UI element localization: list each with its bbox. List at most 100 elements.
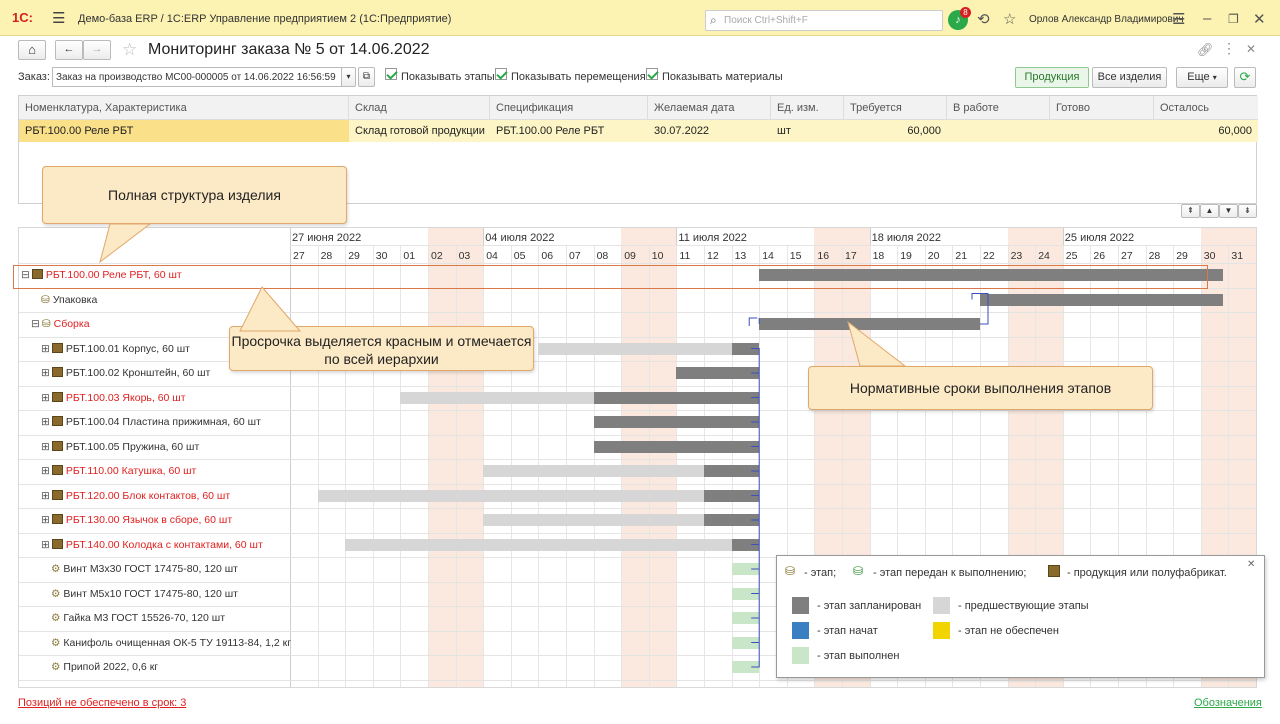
week-header: 04 июля 2022	[485, 232, 555, 244]
col-header-unit[interactable]: Ед. изм.	[771, 96, 844, 120]
day-header: 26	[1093, 250, 1106, 262]
close-window-icon[interactable]: ✕	[1253, 10, 1266, 28]
bar-prev[interactable]	[317, 489, 704, 502]
bar-planned[interactable]	[980, 293, 1223, 306]
all-items-button[interactable]: Все изделия	[1092, 67, 1167, 88]
bar-done[interactable]	[731, 661, 760, 673]
bar-done[interactable]	[731, 563, 760, 575]
favorite-star-icon[interactable]: ☆	[122, 40, 137, 60]
bar-done[interactable]	[731, 587, 760, 600]
gantt-row-label[interactable]: ⊟ ⛁ Сборка	[31, 318, 90, 330]
gantt-row-label[interactable]: ⚙ Гайка М3 ГОСТ 15526-70, 120 шт	[41, 612, 225, 624]
expand-toggle-icon[interactable]: ⊞	[41, 514, 50, 526]
bar-prev[interactable]	[483, 465, 704, 477]
scroll-bottom-button[interactable]: ⇟	[1238, 204, 1257, 218]
user-name[interactable]: Орлов Александр Владимирович	[1029, 14, 1184, 25]
gantt-row-label[interactable]: ⊞ РБТ.110.00 Катушка, 60 шт	[41, 465, 196, 477]
expand-toggle-icon[interactable]: ⊞	[41, 465, 50, 477]
expand-toggle-icon[interactable]: ⊞	[41, 367, 50, 379]
scroll-top-button[interactable]: ⇞	[1181, 204, 1200, 218]
gantt-row-label[interactable]: ⊞ РБТ.140.00 Колодка с контактами, 60 шт	[41, 538, 263, 551]
show-materials-checkbox[interactable]	[646, 68, 658, 80]
expand-toggle-icon[interactable]: ⊞	[41, 392, 50, 404]
day-header: 01	[403, 250, 416, 262]
gantt-row-label[interactable]: ⊞ РБТ.100.01 Корпус, 60 шт	[41, 342, 190, 355]
bar-prev[interactable]	[483, 514, 704, 526]
legend-previous: - предшествующие этапы	[958, 600, 1089, 612]
back-button[interactable]: ←	[55, 40, 83, 60]
open-link-icon: ⧉	[362, 71, 371, 82]
bar-prev[interactable]	[538, 342, 732, 355]
product-icon	[51, 514, 63, 524]
gantt-row-label[interactable]: ⊞ РБТ.100.03 Якорь, 60 шт	[41, 391, 186, 404]
bar-planned[interactable]	[731, 538, 760, 551]
gantt-row[interactable]	[19, 312, 1256, 337]
show-moves-checkbox[interactable]	[495, 68, 507, 80]
settings-menu-icon[interactable]: ☰	[1172, 10, 1185, 28]
col-header-spec[interactable]: Спецификация	[490, 96, 648, 120]
main-menu-icon[interactable]: ☰	[52, 9, 65, 27]
home-button[interactable]: ⌂	[18, 40, 46, 60]
bar-prev[interactable]	[345, 538, 732, 551]
search-input[interactable]: ⌕ Поиск Ctrl+Shift+F	[705, 10, 943, 31]
bar-planned[interactable]	[593, 416, 760, 428]
expand-toggle-icon[interactable]: ⊞	[41, 490, 50, 502]
gantt-row-label[interactable]: ⊞ РБТ.130.00 Язычок в сборе, 60 шт	[41, 514, 232, 526]
expand-toggle-icon[interactable]: ⊞	[41, 441, 50, 453]
expand-toggle-icon[interactable]: ⊟	[31, 318, 40, 330]
gantt-row-label[interactable]: ⚙ Канифоль очищенная ОК-5 ТУ 19113-84, 1,…	[41, 637, 291, 649]
history-icon[interactable]: ⟲	[977, 10, 990, 28]
expand-toggle-icon[interactable]: ⊞	[41, 539, 50, 551]
bar-planned[interactable]	[731, 342, 760, 355]
order-open-button[interactable]: ⧉	[358, 67, 375, 87]
bar-planned[interactable]	[593, 440, 760, 453]
callout-overdue: Просрочка выделяется красным и отмечаетс…	[229, 326, 534, 371]
gantt-row-label[interactable]: ⚙ Винт М3х30 ГОСТ 17475-80, 120 шт	[41, 563, 238, 575]
scroll-down-button[interactable]: ▼	[1219, 204, 1238, 218]
maximize-icon[interactable]: ❐	[1228, 12, 1239, 26]
legend-toggle-link[interactable]: Обозначения	[1194, 697, 1262, 709]
legend-close-icon[interactable]: ✕	[1247, 559, 1255, 570]
expand-toggle-icon[interactable]: ⊞	[41, 416, 50, 428]
order-dropdown-button[interactable]: ▾	[341, 67, 356, 87]
legend-swatch-planned	[792, 597, 809, 614]
gantt-row-text: Винт М3х30 ГОСТ 17475-80, 120 шт	[63, 563, 238, 575]
col-header-date[interactable]: Желаемая дата	[648, 96, 771, 120]
gantt-row-label[interactable]: ⚙ Припой 2022, 0,6 кг	[41, 661, 158, 673]
minimize-icon[interactable]: –	[1203, 10, 1211, 27]
bar-done[interactable]	[731, 636, 760, 649]
gantt-row-label[interactable]: ⛁ Упаковка	[31, 294, 97, 306]
products-button[interactable]: Продукция	[1015, 67, 1089, 88]
show-stages-checkbox[interactable]	[385, 68, 397, 80]
col-header-remaining[interactable]: Осталось	[1154, 96, 1258, 120]
link-icon[interactable]: 🔗︎	[1197, 42, 1214, 58]
col-header-warehouse[interactable]: Склад	[349, 96, 490, 120]
bar-planned[interactable]	[593, 391, 760, 404]
bar-planned[interactable]	[704, 514, 760, 526]
expand-toggle-icon[interactable]: ⊞	[41, 343, 50, 355]
bar-done[interactable]	[731, 612, 760, 624]
bar-planned[interactable]	[759, 318, 980, 330]
forward-button[interactable]: →	[83, 40, 111, 60]
col-header-ready[interactable]: Готово	[1050, 96, 1154, 120]
gantt-row-label[interactable]: ⊞ РБТ.120.00 Блок контактов, 60 шт	[41, 489, 230, 502]
gantt-row-label[interactable]: ⊞ РБТ.100.02 Кронштейн, 60 шт	[41, 367, 210, 379]
more-button[interactable]: Еще ▾	[1176, 67, 1228, 88]
gantt-row-label[interactable]: ⊞ РБТ.100.05 Пружина, 60 шт	[41, 440, 199, 453]
refresh-button[interactable]: ⟳	[1234, 67, 1256, 88]
scroll-up-button[interactable]: ▲	[1200, 204, 1219, 218]
more-options-icon[interactable]: ⋮	[1222, 40, 1236, 57]
unprovided-positions-link[interactable]: Позиций не обеспечено в срок: 3	[18, 697, 186, 709]
col-header-required[interactable]: Требуется	[844, 96, 947, 120]
bar-prev[interactable]	[400, 391, 594, 404]
bar-planned[interactable]	[704, 465, 760, 477]
gantt-row-label[interactable]: ⚙ Винт М5х10 ГОСТ 17475-80, 120 шт	[41, 588, 238, 600]
col-header-in-work[interactable]: В работе	[947, 96, 1050, 120]
col-header-item[interactable]: Номенклатура, Характеристика	[19, 96, 349, 120]
favorites-icon[interactable]: ☆	[1003, 10, 1016, 28]
close-form-icon[interactable]: ✕	[1246, 42, 1256, 56]
bar-planned[interactable]	[704, 489, 760, 502]
order-field[interactable]: Заказ на производство МС00-000005 от 14.…	[52, 67, 342, 87]
gantt-row-label[interactable]: ⊞ РБТ.100.04 Пластина прижимная, 60 шт	[41, 416, 261, 428]
bar-planned[interactable]	[676, 367, 760, 379]
